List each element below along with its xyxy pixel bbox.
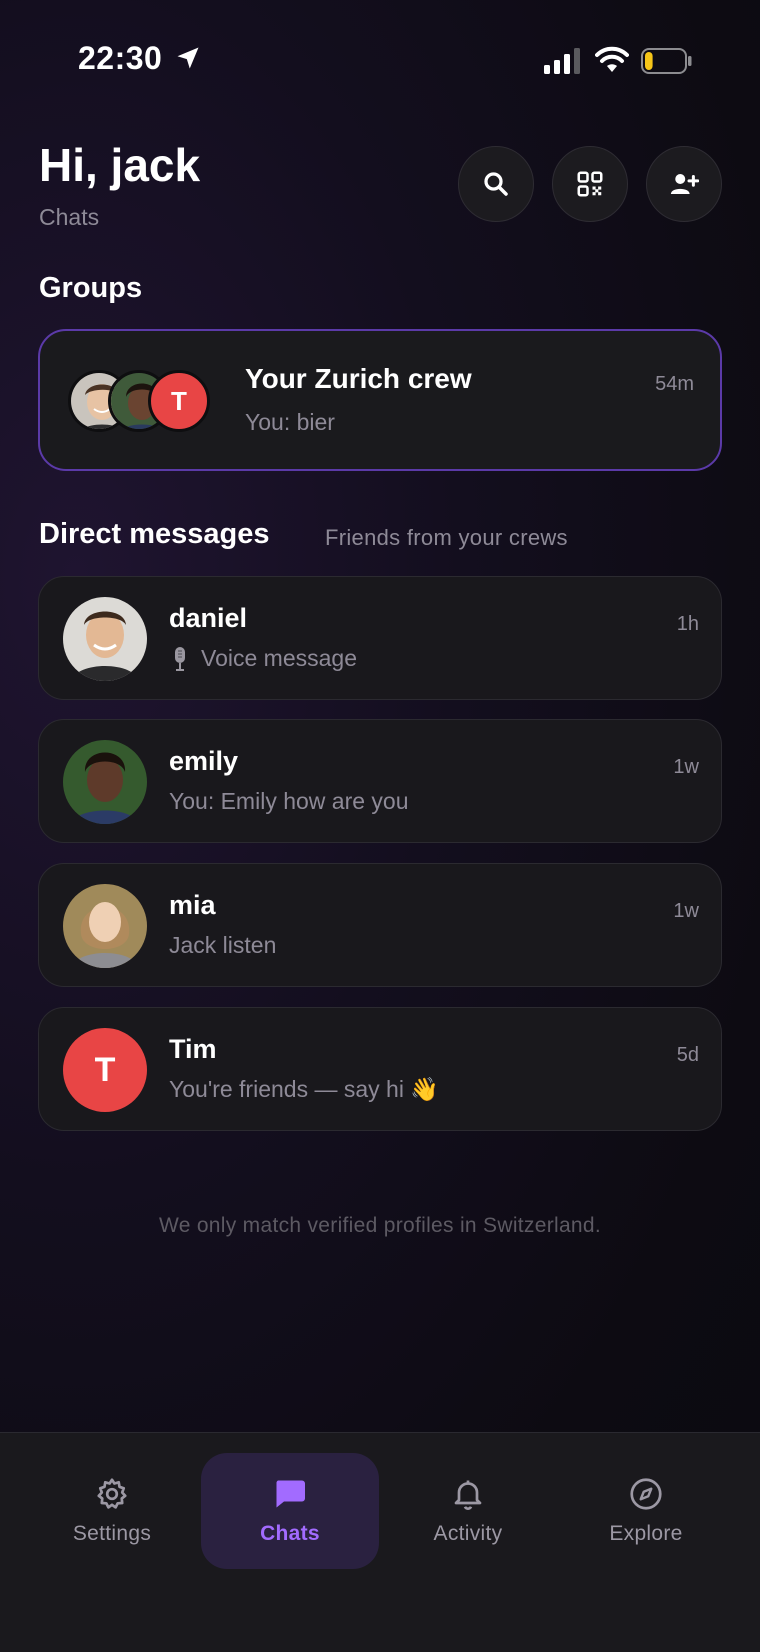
battery-icon [641, 48, 692, 74]
contact-name: Tim [169, 1034, 217, 1064]
message-time: 1w [673, 756, 699, 778]
contact-name: mia [169, 890, 216, 920]
add-friend-button[interactable] [646, 146, 722, 222]
last-message-text: Voice message [201, 645, 357, 671]
group-time: 54m [655, 373, 694, 395]
tab-label: Chats [260, 1522, 320, 1545]
chat-bubble-icon [276, 1480, 305, 1508]
last-message: Voice message [169, 645, 357, 672]
tab-label: Activity [433, 1522, 503, 1545]
verification-note: We only match verified profiles in Switz… [158, 1214, 602, 1237]
qr-code-button[interactable] [552, 146, 628, 222]
contact-name: daniel [169, 603, 248, 633]
bell-icon [454, 1480, 482, 1510]
group-chat-card[interactable]: T Your Zurich crew You: bier 54m [38, 329, 722, 471]
last-message-text: Jack listen [169, 932, 277, 958]
last-message-text: You're friends — say hi 👋 [169, 1076, 439, 1102]
page-subtitle: Chats [39, 204, 100, 230]
avatar [63, 597, 147, 681]
message-time: 5d [676, 1044, 699, 1066]
direct-messages-subtitle: Friends from your crews [325, 525, 568, 550]
tab-settings[interactable]: Settings [23, 1453, 201, 1569]
add-user-icon [670, 174, 699, 194]
groups-section-title: Groups [39, 272, 143, 304]
avatar [63, 884, 147, 968]
group-name: Your Zurich crew [245, 363, 472, 394]
tab-chats[interactable]: Chats [201, 1453, 379, 1569]
message-time: 1w [673, 900, 699, 922]
tab-label: Explore [609, 1522, 683, 1545]
wifi-icon [595, 46, 629, 72]
qr-code-icon [577, 171, 603, 197]
last-message-text: You: Emily how are you [169, 788, 409, 814]
tab-bar: Settings Chats Activity Explore [0, 1432, 760, 1652]
compass-icon [630, 1478, 662, 1510]
status-time: 22:30 [78, 40, 163, 76]
group-last-message: You: bier [245, 409, 335, 435]
tab-explore[interactable]: Explore [557, 1453, 735, 1569]
dm-card-mia[interactable]: mia Jack listen 1w [38, 863, 722, 987]
avatar [63, 740, 147, 824]
dm-card-emily[interactable]: emily You: Emily how are you 1w [38, 719, 722, 843]
dm-card-daniel[interactable]: daniel Voice message 1h [38, 576, 722, 700]
member-avatar-initial: T [148, 370, 210, 432]
status-bar: 22:30 [0, 0, 760, 120]
contact-name: emily [169, 746, 239, 776]
microphone-icon [175, 646, 185, 671]
tab-activity[interactable]: Activity [379, 1453, 557, 1569]
location-arrow-icon [177, 47, 199, 69]
tab-label: Settings [72, 1522, 152, 1545]
search-icon [484, 172, 508, 196]
cellular-signal-icon [544, 48, 580, 74]
dm-card-tim[interactable]: T Tim You're friends — say hi 👋 5d [38, 1007, 722, 1131]
direct-messages-title: Direct messages [39, 518, 270, 550]
gear-icon [97, 1478, 127, 1509]
greeting-title: Hi, jack [39, 139, 201, 191]
last-message: Jack listen [169, 932, 276, 959]
last-message: You're friends — say hi 👋 [169, 1076, 439, 1103]
avatar-initial: T [63, 1028, 147, 1112]
message-time: 1h [676, 613, 699, 635]
last-message: You: Emily how are you [169, 788, 409, 815]
search-button[interactable] [458, 146, 534, 222]
